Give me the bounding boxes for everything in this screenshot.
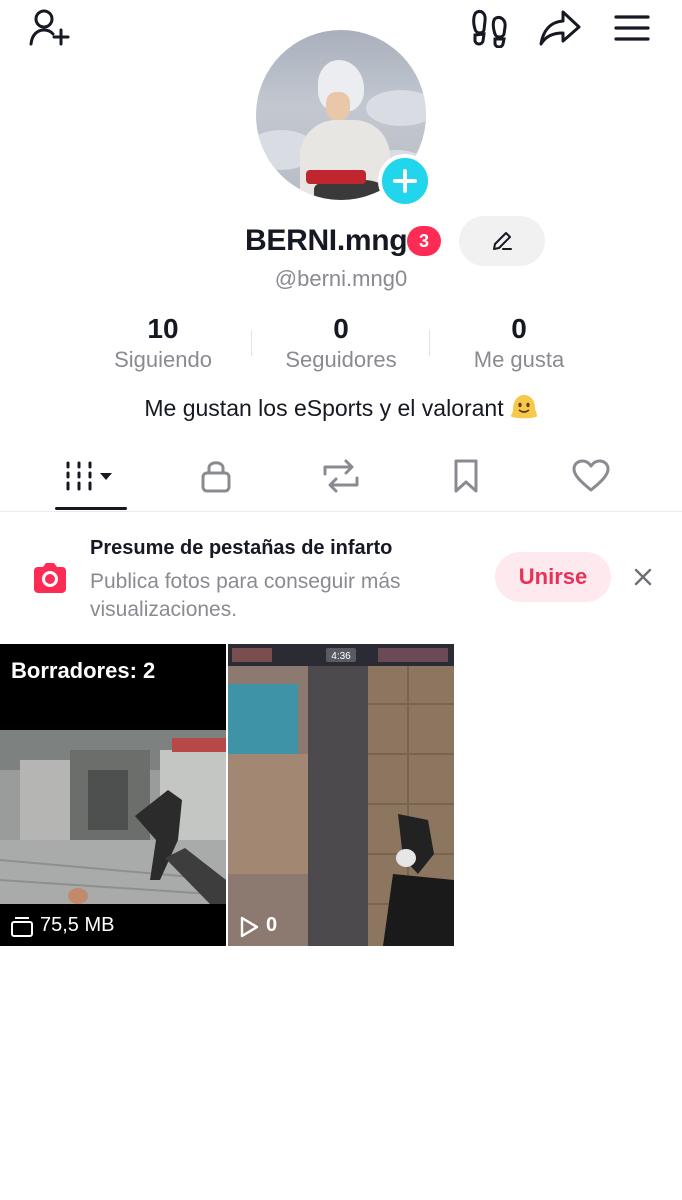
video-thumbnail: 4:36 [228, 644, 454, 946]
stat-label: Seguidores [285, 347, 397, 372]
profile-views-button[interactable] [468, 6, 512, 50]
stat-value: 10 [147, 313, 179, 344]
tab-reposts[interactable] [306, 452, 376, 500]
username: BERNI.mng [245, 224, 408, 257]
menu-button[interactable] [610, 6, 654, 50]
grid-videos-icon [66, 461, 112, 491]
close-icon [634, 568, 652, 586]
plus-icon [393, 169, 417, 193]
pencil-icon [493, 232, 512, 250]
stat-divider [429, 330, 430, 356]
melting-face-emoji-icon [510, 395, 537, 419]
tab-private[interactable] [181, 452, 251, 500]
video-timer: 4:36 [331, 651, 351, 662]
hamburger-menu-icon [614, 15, 650, 41]
notification-badge[interactable]: 3 [407, 226, 441, 256]
stat-following[interactable]: 10 Siguiendo [78, 312, 248, 374]
tab-videos[interactable] [56, 452, 126, 500]
add-avatar-button[interactable] [378, 154, 432, 208]
user-handle: @berni.mng0 [274, 266, 408, 291]
bio-text: Me gustan los eSports y el valorant [144, 395, 504, 421]
close-banner-button[interactable] [626, 560, 660, 594]
stat-value: 0 [511, 313, 527, 344]
banner-title: Presume de pestañas de infarto [90, 537, 393, 559]
video-tile[interactable]: 4:36 0 [228, 644, 454, 946]
heart-icon [572, 459, 610, 492]
bio: Me gustan los eSports y el valorant [0, 394, 682, 422]
camera-icon [34, 563, 66, 593]
stat-likes[interactable]: 0 Me gusta [434, 312, 604, 374]
add-friend-button[interactable] [26, 6, 74, 50]
active-tab-indicator [55, 507, 127, 510]
person-plus-icon [29, 9, 70, 46]
share-profile-button[interactable] [536, 6, 584, 50]
drafts-tile[interactable]: Borradores: 2 75,5 MB [0, 644, 226, 946]
stat-value: 0 [333, 313, 349, 344]
footprints-icon [472, 10, 507, 48]
tab-liked[interactable] [556, 452, 626, 500]
tab-favorites[interactable] [431, 452, 501, 500]
repost-icon [323, 459, 359, 493]
banner-text: Publica fotos para conseguir más visuali… [90, 570, 401, 621]
drafts-thumbnail [0, 730, 226, 904]
stat-followers[interactable]: 0 Seguidores [256, 312, 426, 374]
stat-label: Me gusta [473, 347, 565, 372]
folder-stack-icon [11, 917, 33, 937]
stat-label: Siguiendo [114, 347, 212, 372]
stat-divider [251, 330, 252, 356]
lock-icon [201, 461, 231, 493]
bookmark-icon [454, 459, 478, 493]
tabs-divider [0, 511, 682, 512]
play-icon [240, 916, 259, 938]
join-button[interactable]: Unirse [495, 552, 611, 602]
drafts-size: 75,5 MB [40, 914, 115, 936]
drafts-label: Borradores: 2 [11, 658, 156, 683]
video-view-count: 0 [266, 914, 278, 936]
share-arrow-icon [539, 10, 581, 46]
edit-profile-button[interactable] [459, 216, 545, 266]
